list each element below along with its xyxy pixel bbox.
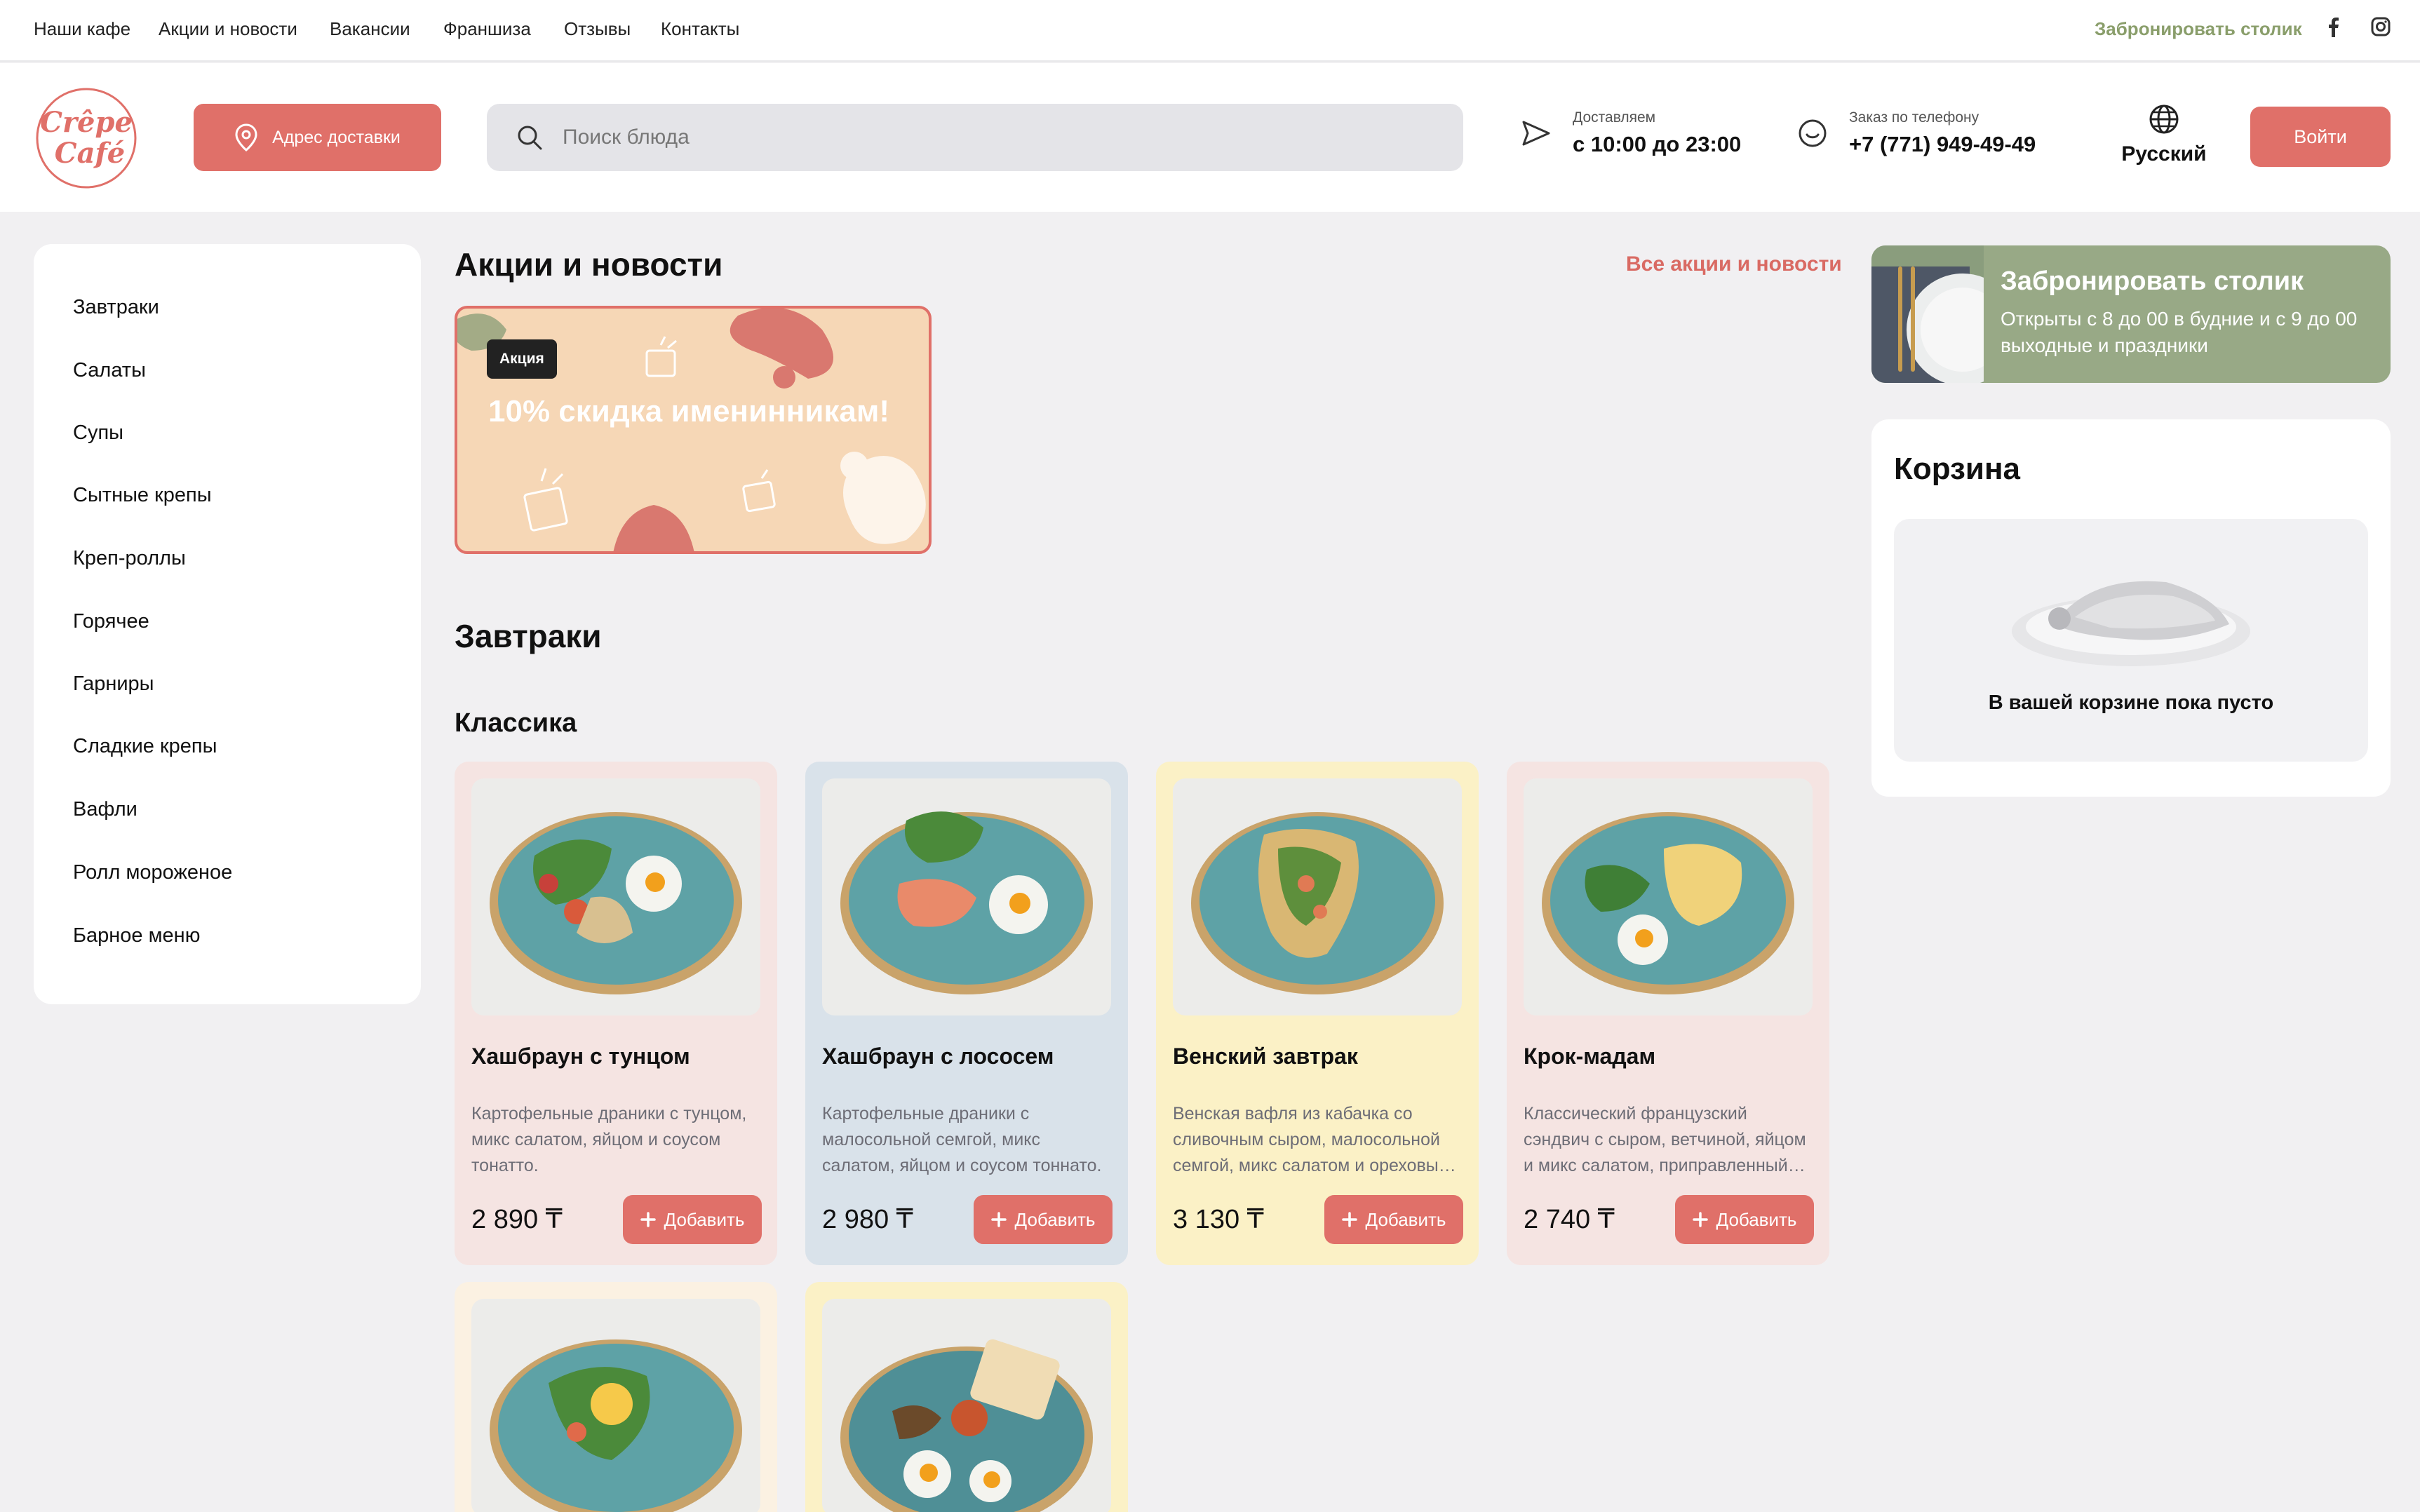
- sidebar-item-bar-menu[interactable]: Барное меню: [73, 924, 200, 947]
- phone-label: Заказ по телефону: [1849, 109, 1979, 126]
- product-price: 3 130 ₸: [1173, 1205, 1264, 1234]
- product-card[interactable]: [805, 1282, 1128, 1512]
- add-label: Добавить: [1014, 1208, 1096, 1230]
- sidebar-item-hot[interactable]: Горячее: [73, 610, 149, 633]
- delivery-address-button[interactable]: Адрес доставки: [194, 104, 441, 171]
- sidebar-item-sides[interactable]: Гарниры: [73, 673, 154, 696]
- plus-icon: [1692, 1212, 1708, 1227]
- product-card[interactable]: Хашбраун с лососем Картофельные драники …: [805, 762, 1128, 1265]
- add-label: Добавить: [1716, 1208, 1797, 1230]
- svg-text:Café: Café: [55, 137, 125, 170]
- dish-photo: [471, 778, 760, 1015]
- login-button[interactable]: Войти: [2250, 107, 2391, 167]
- plus-icon: [640, 1212, 656, 1227]
- search-input[interactable]: Поиск блюда: [487, 104, 1463, 171]
- promo-heading: Акции и новости: [455, 246, 723, 283]
- add-label: Добавить: [664, 1208, 745, 1230]
- breakfast-heading: Завтраки: [455, 618, 602, 654]
- sidebar-item-ice-cream-roll[interactable]: Ролл мороженое: [73, 861, 232, 884]
- dish-photo: [822, 778, 1111, 1015]
- product-card[interactable]: Крок-мадам Классический французский сэнд…: [1507, 762, 1829, 1265]
- sidebar-item-breakfasts[interactable]: Завтраки: [73, 296, 159, 319]
- sidebar-item-crepe-rolls[interactable]: Креп-роллы: [73, 547, 186, 570]
- topnav-franchise[interactable]: Франшиза: [443, 18, 531, 40]
- dish-photo: [471, 1299, 760, 1512]
- add-to-cart-button[interactable]: Добавить: [1324, 1195, 1463, 1244]
- product-title: Хашбраун с лососем: [822, 1044, 1054, 1069]
- promo-text: 10% скидка именинникам!: [488, 394, 890, 428]
- sidebar-item-waffles[interactable]: Вафли: [73, 798, 137, 821]
- crepe-cafe-logo[interactable]: Crêpe Café: [34, 86, 139, 191]
- classic-subheading: Классика: [455, 708, 577, 738]
- plus-icon: [1341, 1212, 1357, 1227]
- sidebar-item-salads[interactable]: Салаты: [73, 359, 146, 382]
- phone-order: Заказ по телефону +7 (771) 949-49-49: [1849, 109, 2036, 157]
- dish-photo: [1524, 778, 1813, 1015]
- product-price: 2 740 ₸: [1524, 1205, 1615, 1234]
- topnav-vacancies[interactable]: Вакансии: [330, 18, 410, 40]
- facebook-icon[interactable]: [2322, 15, 2344, 38]
- product-description: Картофельные драники с тунцом, микс сала…: [471, 1104, 747, 1175]
- dish-photo: [1173, 778, 1462, 1015]
- delivery-label: Доставляем: [1573, 109, 1656, 126]
- add-to-cart-button[interactable]: Добавить: [1675, 1195, 1814, 1244]
- globe-icon: [2149, 104, 2179, 134]
- sidebar-item-savory-crepes[interactable]: Сытные крепы: [73, 484, 212, 507]
- search-icon: [518, 126, 542, 150]
- topnav-our-cafes[interactable]: Наши кафе: [34, 18, 130, 40]
- add-to-cart-button[interactable]: Добавить: [974, 1195, 1112, 1244]
- send-arrow-icon: [1521, 118, 1552, 149]
- topbar-book-table-link[interactable]: Забронировать столик: [2095, 18, 2302, 40]
- product-price: 2 980 ₸: [822, 1205, 913, 1234]
- cart-panel: Корзина В вашей корзине пока пусто: [1871, 419, 2391, 797]
- product-price: 2 890 ₸: [471, 1205, 563, 1234]
- product-description: Классический французский сэндвич с сыром…: [1524, 1104, 1806, 1175]
- product-card[interactable]: Хашбраун с тунцом Картофельные драники с…: [455, 762, 777, 1265]
- add-label: Добавить: [1365, 1208, 1446, 1230]
- book-table-hours: Открыты с 8 до 00 в будние и с 9 до 00 в…: [2001, 308, 2358, 356]
- category-sidebar: Завтраки Салаты Супы Сытные крепы Креп-р…: [34, 244, 421, 1004]
- topnav-promos[interactable]: Акции и новости: [159, 18, 297, 40]
- promo-card[interactable]: Акция 10% скидка именинникам!: [455, 306, 932, 554]
- topnav-contacts[interactable]: Контакты: [661, 18, 739, 40]
- svg-text:Crêpe: Crêpe: [40, 106, 133, 139]
- header: Crêpe Café Адрес доставки Поиск блюда До…: [0, 63, 2420, 212]
- add-to-cart-button[interactable]: Добавить: [623, 1195, 762, 1244]
- delivery-hours-value: с 10:00 до 23:00: [1573, 132, 1742, 156]
- all-promos-link[interactable]: Все акции и новости: [1626, 252, 1842, 276]
- cart-title: Корзина: [1894, 452, 2020, 486]
- instagram-icon[interactable]: [2369, 15, 2392, 38]
- language-label: Русский: [2121, 142, 2207, 166]
- smile-icon: [1797, 118, 1828, 149]
- delivery-address-label: Адрес доставки: [272, 127, 401, 147]
- plus-icon: [990, 1212, 1007, 1227]
- language-selector[interactable]: Русский: [2118, 104, 2210, 166]
- dish-photo: [822, 1299, 1111, 1512]
- cart-empty-text: В вашей корзине пока пусто: [1988, 691, 2274, 714]
- cart-empty-box: В вашей корзине пока пусто: [1894, 519, 2368, 762]
- delivery-hours: Доставляем с 10:00 до 23:00: [1573, 109, 1741, 157]
- book-table-card[interactable]: Забронировать столик Открыты с 8 до 00 в…: [1871, 245, 2391, 383]
- search-placeholder: Поиск блюда: [563, 126, 690, 149]
- sidebar-item-soups[interactable]: Супы: [73, 421, 123, 445]
- product-title: Крок-мадам: [1524, 1044, 1656, 1069]
- product-description: Картофельные драники с малосольной семго…: [822, 1104, 1102, 1175]
- sidebar-item-sweet-crepes[interactable]: Сладкие крепы: [73, 735, 217, 758]
- cutlery-plate-image: [1871, 245, 1984, 383]
- product-card[interactable]: Венский завтрак Венская вафля из кабачка…: [1156, 762, 1479, 1265]
- promo-badge: Акция: [487, 339, 557, 379]
- product-card[interactable]: [455, 1282, 777, 1512]
- topnav-reviews[interactable]: Отзывы: [564, 18, 631, 40]
- top-bar: Наши кафе Акции и новости Вакансии Франш…: [0, 0, 2420, 62]
- phone-number[interactable]: +7 (771) 949-49-49: [1849, 132, 2036, 157]
- product-description: Венская вафля из кабачка со сливочным сы…: [1173, 1104, 1456, 1175]
- crepe-plate-icon: [2012, 581, 2250, 666]
- product-title: Хашбраун с тунцом: [471, 1044, 690, 1069]
- location-pin-icon: [235, 123, 257, 151]
- product-title: Венский завтрак: [1173, 1044, 1358, 1069]
- book-table-title: Забронировать столик: [2001, 266, 2304, 296]
